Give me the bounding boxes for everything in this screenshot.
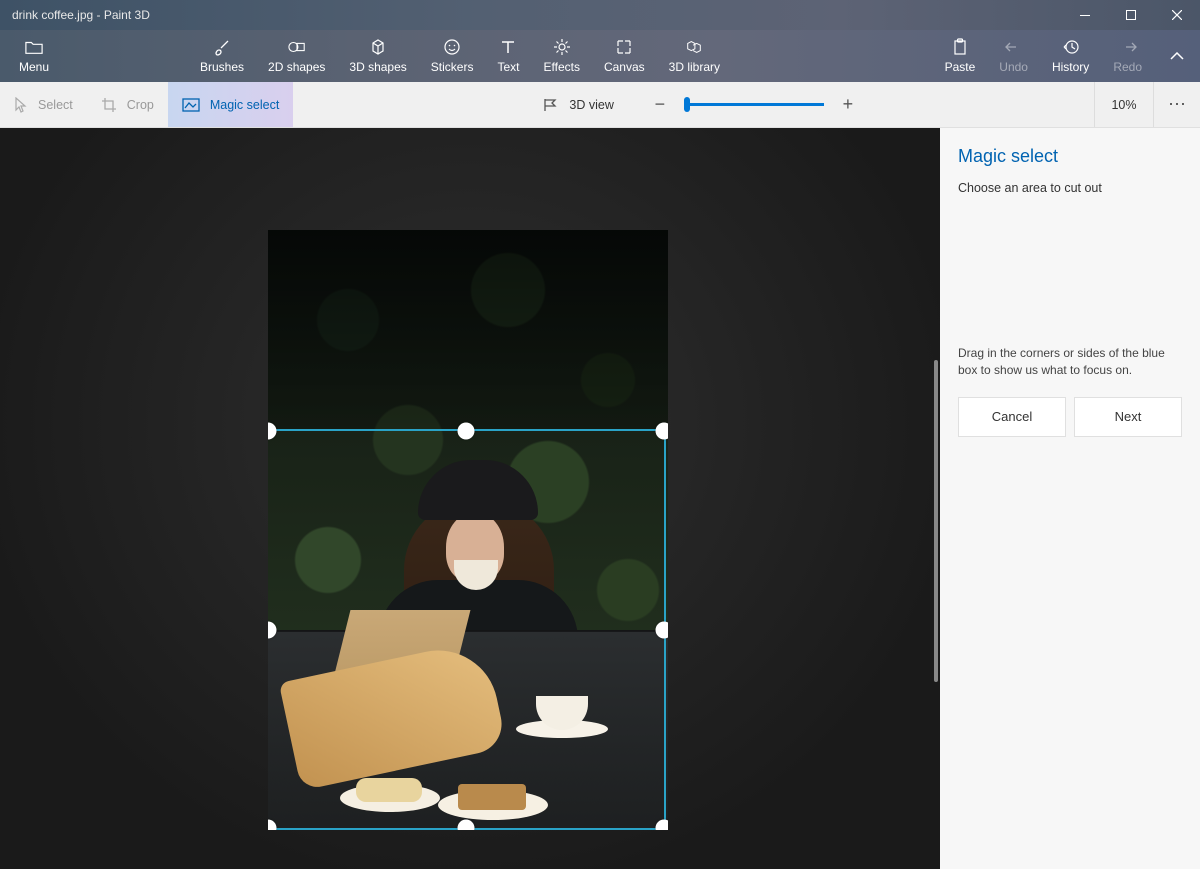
- brushes-button[interactable]: Brushes: [188, 30, 256, 82]
- stickers-label: Stickers: [431, 60, 474, 74]
- minimize-button[interactable]: [1062, 0, 1108, 30]
- crop-icon: [101, 97, 117, 113]
- flag-icon: [543, 98, 559, 112]
- shapes2d-icon: [288, 38, 306, 56]
- select-label: Select: [38, 98, 73, 112]
- paste-label: Paste: [945, 60, 976, 74]
- view3d-label: 3D view: [569, 98, 613, 112]
- selection-handle-ml[interactable]: [268, 621, 277, 638]
- cancel-button[interactable]: Cancel: [958, 397, 1066, 437]
- history-icon: [1062, 38, 1080, 56]
- zoom-slider[interactable]: [684, 103, 824, 106]
- ribbon-collapse-button[interactable]: [1154, 30, 1200, 82]
- toolbar: Select Crop Magic select 3D view − + 10%…: [0, 82, 1200, 128]
- window-title: drink coffee.jpg - Paint 3D: [12, 8, 1062, 22]
- effects-label: Effects: [543, 60, 579, 74]
- paste-icon: [951, 38, 969, 56]
- zoom-percent[interactable]: 10%: [1094, 82, 1154, 127]
- select-tool[interactable]: Select: [0, 82, 87, 127]
- crop-tool[interactable]: Crop: [87, 82, 168, 127]
- library3d-label: 3D library: [669, 60, 720, 74]
- canvas-button[interactable]: Canvas: [592, 30, 657, 82]
- zoom-in-button[interactable]: +: [834, 91, 862, 119]
- library3d-icon: [685, 38, 703, 56]
- undo-button[interactable]: Undo: [987, 30, 1040, 82]
- menu-label: Menu: [19, 60, 49, 74]
- redo-button[interactable]: Redo: [1101, 30, 1154, 82]
- maximize-button[interactable]: [1108, 0, 1154, 30]
- zoom-out-button[interactable]: −: [646, 91, 674, 119]
- magic-select-panel: Magic select Choose an area to cut out D…: [940, 128, 1200, 869]
- view3d-toggle[interactable]: 3D view: [525, 98, 631, 112]
- text-icon: [499, 38, 517, 56]
- magic-select-tool[interactable]: Magic select: [168, 82, 293, 127]
- cursor-icon: [14, 97, 28, 113]
- undo-label: Undo: [999, 60, 1028, 74]
- brushes-label: Brushes: [200, 60, 244, 74]
- selection-handle-bl[interactable]: [268, 820, 277, 831]
- selection-handle-mr[interactable]: [656, 621, 669, 638]
- library3d-button[interactable]: 3D library: [657, 30, 732, 82]
- selection-box[interactable]: [268, 429, 666, 830]
- undo-icon: [1005, 38, 1023, 56]
- history-label: History: [1052, 60, 1089, 74]
- next-button[interactable]: Next: [1074, 397, 1182, 437]
- crop-label: Crop: [127, 98, 154, 112]
- selection-handle-tr[interactable]: [656, 423, 669, 440]
- selection-handle-tc[interactable]: [458, 423, 475, 440]
- effects-icon: [553, 38, 571, 56]
- panel-buttons: Cancel Next: [958, 397, 1182, 437]
- menu-button[interactable]: Menu: [0, 30, 68, 82]
- shapes3d-label: 3D shapes: [349, 60, 406, 74]
- scene-dark-overlay: [268, 230, 668, 430]
- more-options-button[interactable]: ⋯: [1154, 82, 1200, 127]
- canvas-label: Canvas: [604, 60, 645, 74]
- titlebar: drink coffee.jpg - Paint 3D: [0, 0, 1200, 30]
- stickers-button[interactable]: Stickers: [419, 30, 486, 82]
- paste-button[interactable]: Paste: [933, 30, 988, 82]
- redo-label: Redo: [1113, 60, 1142, 74]
- window-controls: [1062, 0, 1200, 30]
- canvas-image[interactable]: [268, 230, 668, 830]
- sticker-icon: [443, 38, 461, 56]
- panel-title: Magic select: [958, 146, 1182, 167]
- cube-icon: [369, 38, 387, 56]
- close-button[interactable]: [1154, 0, 1200, 30]
- folder-icon: [25, 38, 43, 56]
- shapes2d-button[interactable]: 2D shapes: [256, 30, 337, 82]
- selection-handle-br[interactable]: [656, 820, 669, 831]
- selection-handle-bc[interactable]: [458, 820, 475, 831]
- canvas-area: [0, 128, 940, 869]
- zoom-slider-group: − +: [646, 91, 862, 119]
- history-button[interactable]: History: [1040, 30, 1101, 82]
- panel-subtitle: Choose an area to cut out: [958, 181, 1182, 195]
- shapes2d-label: 2D shapes: [268, 60, 325, 74]
- canvas-icon: [615, 38, 633, 56]
- zoom-thumb[interactable]: [684, 97, 690, 112]
- brush-icon: [213, 38, 231, 56]
- canvas-vertical-scrollbar[interactable]: [934, 360, 938, 682]
- shapes3d-button[interactable]: 3D shapes: [337, 30, 418, 82]
- magic-select-icon: [182, 98, 200, 112]
- effects-button[interactable]: Effects: [531, 30, 591, 82]
- ribbon: Menu Brushes 2D shapes 3D shapes Sticker…: [0, 30, 1200, 82]
- text-label: Text: [497, 60, 519, 74]
- magic-select-label: Magic select: [210, 98, 279, 112]
- panel-description: Drag in the corners or sides of the blue…: [958, 345, 1182, 379]
- text-button[interactable]: Text: [485, 30, 531, 82]
- redo-icon: [1119, 38, 1137, 56]
